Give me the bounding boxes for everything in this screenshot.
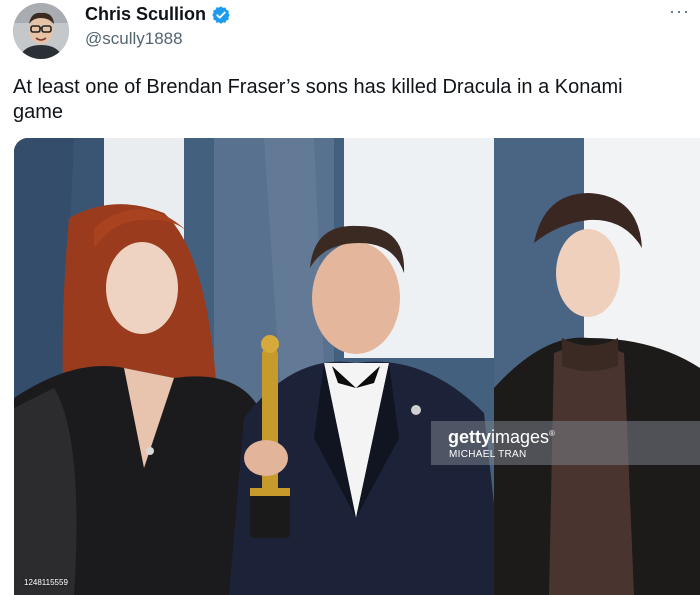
watermark-brand: gettyimages®	[448, 427, 555, 447]
more-horizontal-icon: ···	[669, 1, 690, 21]
avatar-image	[13, 3, 69, 59]
author-handle[interactable]: @scully1888	[85, 29, 183, 49]
more-options-button[interactable]: ···	[669, 2, 690, 20]
tweet-text: At least one of Brendan Fraser’s sons ha…	[13, 76, 623, 123]
avatar[interactable]	[13, 3, 69, 59]
author-display-name[interactable]: Chris Scullion	[85, 4, 206, 25]
getty-watermark: gettyimages® MICHAEL TRAN	[431, 421, 700, 465]
verified-badge-icon	[211, 5, 231, 25]
tweet-media-photo[interactable]: gettyimages® MICHAEL TRAN 1248115559	[14, 138, 700, 595]
watermark-credit: MICHAEL TRAN	[449, 449, 527, 460]
image-id-label: 1248115559	[22, 578, 70, 587]
author-name-row: Chris Scullion	[85, 4, 231, 25]
photo-image	[14, 138, 700, 595]
